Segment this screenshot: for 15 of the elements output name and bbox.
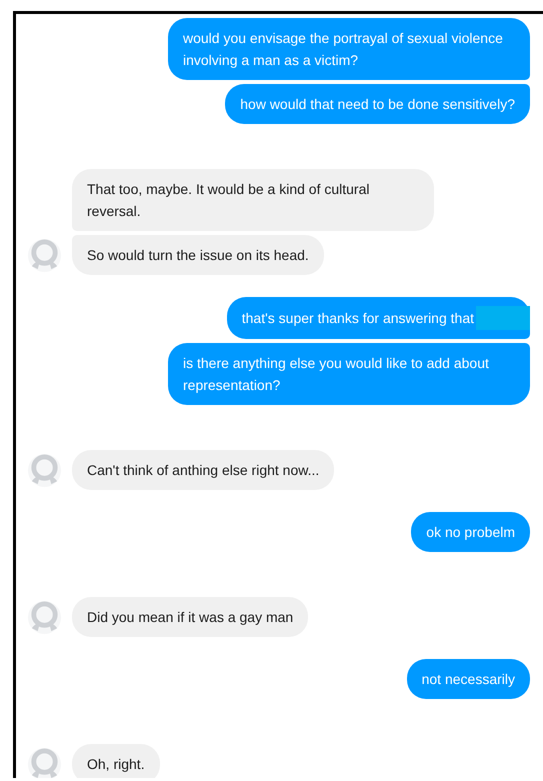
message-bubble: Can't think of anthing else right now...	[72, 450, 334, 490]
message-bubble: would you envisage the portrayal of sexual violence involving a man as a victim?	[168, 18, 530, 80]
message-bubble: how would that need to be done sensitively?	[225, 84, 530, 124]
avatar-icon	[27, 238, 62, 273]
avatar-icon	[27, 453, 62, 488]
message-bubble: So would turn the issue on its head.	[72, 235, 324, 275]
message-bubble: not necessarily	[406, 659, 530, 699]
message-bubble: ok no probelm	[411, 512, 530, 552]
redaction-block	[476, 306, 530, 330]
message-bubble: That too, maybe. It would be a kind of cultural reversal.	[72, 169, 434, 231]
message-bubble: Did you mean if it was a gay man	[72, 597, 308, 637]
avatar-icon	[27, 600, 62, 635]
message-bubble: Oh, right.	[72, 744, 160, 778]
message-bubble: that's super thanks for answering that	[226, 297, 530, 339]
message-bubble: is there anything else you would like to add about representation?	[168, 343, 530, 405]
